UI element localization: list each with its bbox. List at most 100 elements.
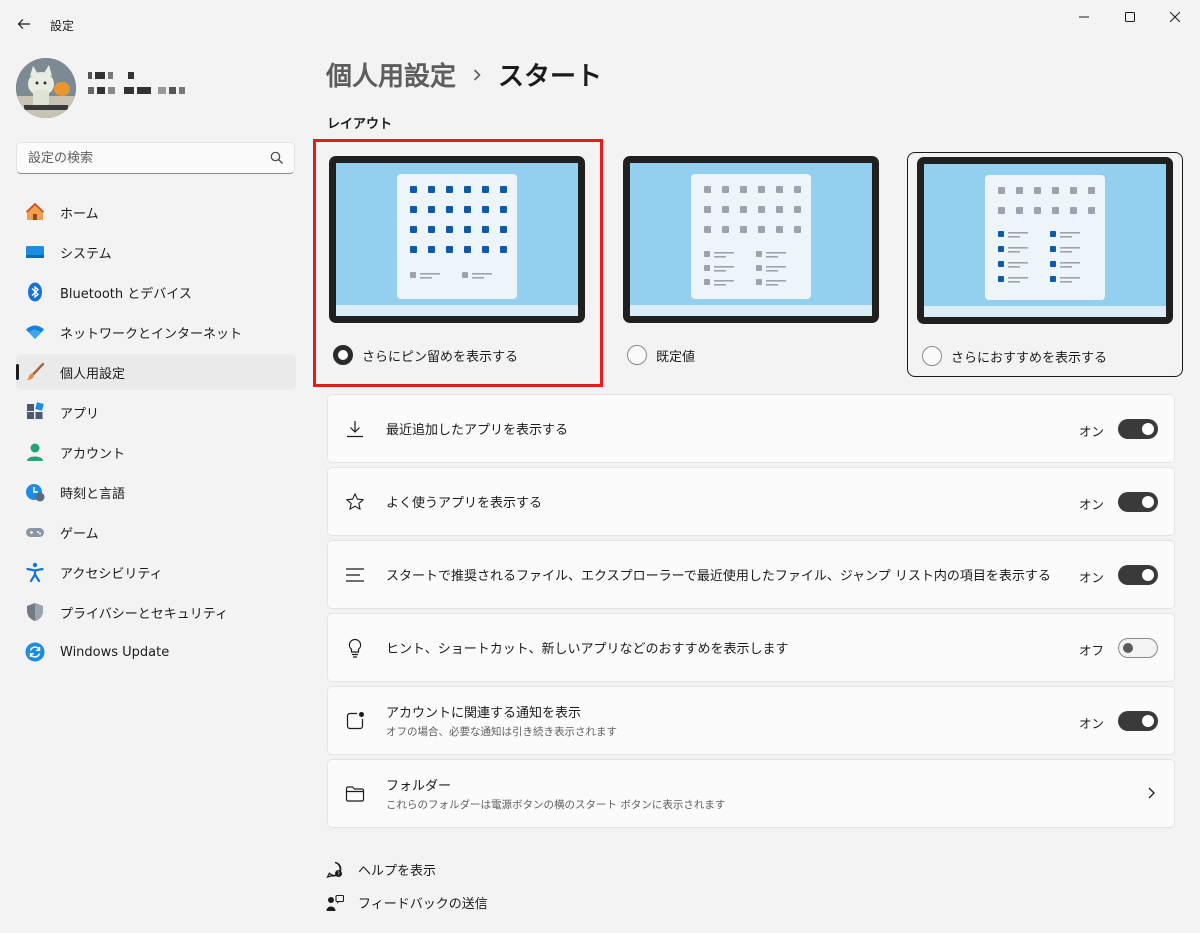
sidebar-item-label: 時刻と言語: [60, 486, 126, 502]
setting-row-tips[interactable]: ヒント、ショートカット、新しいアプリなどのおすすめを表示します オフ: [327, 613, 1175, 682]
radio-button-selected[interactable]: [333, 345, 353, 365]
sidebar-item-accounts[interactable]: アカウント: [16, 434, 296, 470]
star-icon: [346, 493, 364, 510]
avatar-image: [16, 58, 76, 118]
account-notifications-toggle[interactable]: [1118, 711, 1158, 731]
setting-row-recent-apps[interactable]: 最近追加したアプリを表示する オン: [327, 394, 1175, 463]
setting-description: これらのフォルダーは電源ボタンの横のスタート ボタンに表示されます: [386, 799, 726, 811]
user-name-redacted: [88, 72, 185, 102]
setting-label: 最近追加したアプリを表示する: [386, 423, 569, 438]
sidebar-item-time-language[interactable]: 時刻と言語: [16, 474, 296, 510]
breadcrumb-parent[interactable]: 個人用設定: [326, 56, 456, 93]
sidebar-item-label: プライバシーとセキュリティ: [60, 606, 228, 622]
wifi-icon: [26, 325, 44, 339]
lightbulb-icon: [348, 638, 362, 658]
account-icon: [27, 443, 43, 461]
redacted-email: [88, 87, 185, 94]
sidebar-item-label: アプリ: [60, 406, 100, 422]
start-settings-list: 最近追加したアプリを表示する オン よく使うアプリを表示する オン スタートで推…: [327, 394, 1175, 832]
layout-option-label: さらにおすすめを表示する: [951, 350, 1108, 366]
layout-preview-default: [623, 156, 879, 323]
minimize-icon: [1079, 16, 1089, 18]
toggle-state-label: オフ: [1078, 643, 1104, 658]
update-icon: [25, 642, 45, 662]
close-icon: [1170, 12, 1180, 22]
sidebar-item-label: システム: [60, 246, 112, 262]
chevron-right-icon: [473, 68, 481, 81]
chevron-right-icon[interactable]: [1146, 786, 1156, 800]
setting-row-folders[interactable]: フォルダー これらのフォルダーは電源ボタンの横のスタート ボタンに表示されます: [327, 759, 1175, 828]
shield-icon: [27, 603, 43, 621]
setting-row-recommended-files[interactable]: スタートで推奨されるファイル、エクスプローラーで最近使用したファイル、ジャンプ …: [327, 540, 1175, 609]
layout-radio-more-pins[interactable]: さらにピン留めを表示する: [333, 345, 518, 365]
maximize-icon: [1125, 12, 1135, 22]
sidebar-item-personalization[interactable]: 個人用設定: [16, 354, 296, 390]
feedback-icon: [326, 894, 344, 911]
minimize-button[interactable]: [1061, 0, 1107, 34]
sidebar-item-label: ネットワークとインターネット: [60, 326, 243, 342]
tips-toggle[interactable]: [1118, 638, 1158, 658]
download-icon: [347, 421, 363, 438]
setting-label: ヒント、ショートカット、新しいアプリなどのおすすめを表示します: [386, 642, 789, 657]
search-icon[interactable]: [270, 151, 284, 165]
toggle-state-label: オン: [1078, 570, 1104, 585]
sidebar-item-gaming[interactable]: ゲーム: [16, 514, 296, 550]
sidebar-item-label: Windows Update: [60, 644, 170, 660]
sidebar-item-privacy[interactable]: プライバシーとセキュリティ: [16, 594, 296, 630]
sidebar-item-system[interactable]: システム: [16, 234, 296, 270]
avatar[interactable]: [16, 58, 76, 118]
setting-label: スタートで推奨されるファイル、エクスプローラーで最近使用したファイル、ジャンプ …: [386, 569, 1051, 584]
folder-icon: [345, 786, 365, 802]
app-title: 設定: [50, 19, 75, 33]
layout-option-label: 既定値: [656, 349, 696, 365]
layout-radio-more-recommendations[interactable]: さらにおすすめを表示する: [922, 346, 1107, 366]
sidebar-item-bluetooth[interactable]: Bluetooth とデバイス: [16, 274, 296, 310]
default-preview-icon: [704, 186, 801, 286]
sidebar-item-label: ホーム: [60, 206, 99, 222]
layout-option-more-pins[interactable]: さらにピン留めを表示する: [328, 152, 596, 377]
breadcrumb: 個人用設定 スタート: [326, 56, 602, 93]
back-button[interactable]: [10, 10, 38, 38]
page-title: スタート: [498, 62, 603, 92]
layout-section-title: レイアウト: [327, 117, 393, 132]
recommended-files-toggle[interactable]: [1118, 565, 1158, 585]
toggle-state-label: オン: [1078, 497, 1104, 512]
layout-option-more-recommendations[interactable]: さらにおすすめを表示する: [907, 152, 1183, 377]
setting-row-most-used-apps[interactable]: よく使うアプリを表示する オン: [327, 467, 1175, 536]
radio-button[interactable]: [627, 345, 647, 365]
toggle-state-label: オン: [1078, 716, 1104, 731]
back-arrow-icon: [17, 19, 30, 29]
sidebar-item-accessibility[interactable]: アクセシビリティ: [16, 554, 296, 590]
sidebar-item-home[interactable]: ホーム: [16, 194, 296, 230]
maximize-button[interactable]: [1107, 0, 1153, 34]
help-icon: ?: [326, 861, 342, 878]
feedback-link[interactable]: フィードバックの送信: [326, 893, 488, 912]
close-button[interactable]: [1152, 0, 1198, 34]
most-used-apps-toggle[interactable]: [1118, 492, 1158, 512]
help-link[interactable]: ? ヘルプを表示: [326, 860, 436, 879]
recent-apps-toggle[interactable]: [1118, 419, 1158, 439]
layout-option-default[interactable]: 既定値: [622, 152, 890, 377]
radio-button[interactable]: [922, 346, 942, 366]
setting-row-account-notifications[interactable]: アカウントに関連する通知を表示 オフの場合、必要な通知は引き続き表示されます オ…: [327, 686, 1175, 755]
sidebar-item-windows-update[interactable]: Windows Update: [16, 634, 296, 670]
search-input[interactable]: [17, 143, 294, 173]
layout-radio-default[interactable]: 既定値: [627, 345, 695, 365]
layout-preview-more-recommendations: [917, 157, 1173, 324]
sidebar-item-label: Bluetooth とデバイス: [60, 286, 192, 302]
sidebar-item-label: ゲーム: [60, 526, 99, 542]
layout-preview-more-pins: [329, 156, 585, 323]
apps-icon: [27, 402, 44, 419]
sidebar-nav: ホーム システム Bluetooth とデバイス ネットワークとインターネット …: [16, 194, 296, 674]
bluetooth-icon: [28, 282, 42, 302]
sidebar-item-apps[interactable]: アプリ: [16, 394, 296, 430]
toggle-state-label: オン: [1078, 424, 1104, 439]
sidebar-item-network[interactable]: ネットワークとインターネット: [16, 314, 296, 350]
sidebar-item-label: アクセシビリティ: [60, 566, 163, 582]
time-language-icon: [26, 484, 45, 502]
setting-label: フォルダー: [386, 779, 452, 794]
sidebar-item-label: アカウント: [60, 446, 126, 462]
settings-search[interactable]: [16, 142, 295, 174]
layout-option-label: さらにピン留めを表示する: [362, 349, 519, 365]
gamepad-icon: [26, 528, 44, 537]
